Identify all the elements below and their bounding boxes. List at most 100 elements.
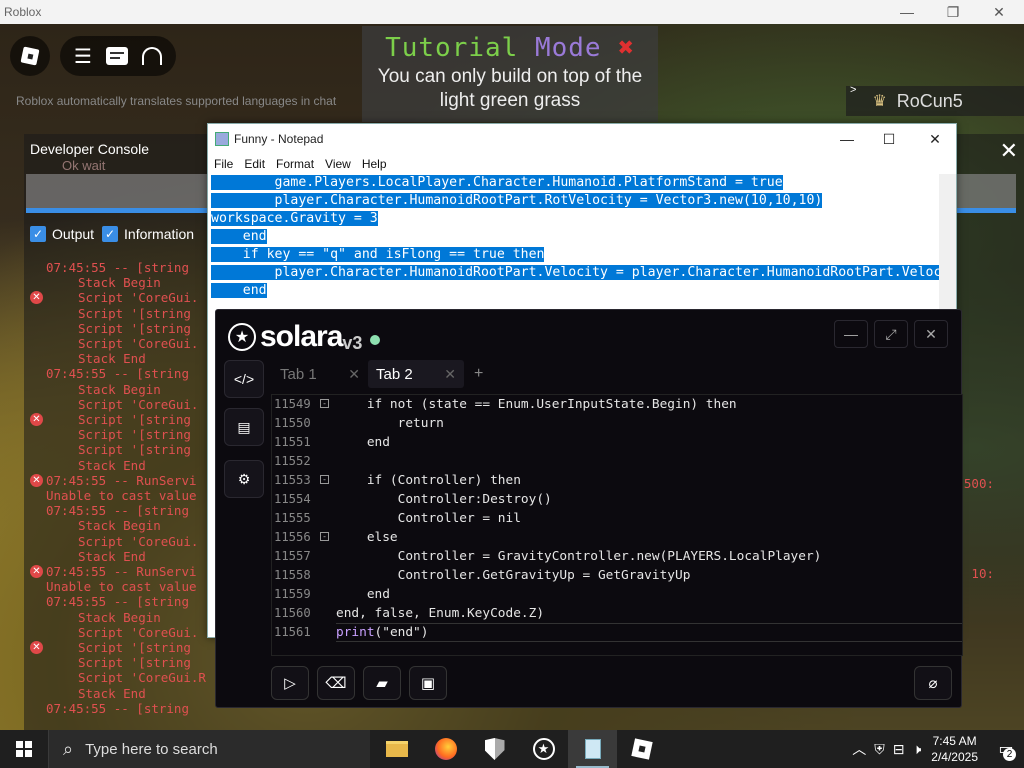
close-icon[interactable]: ✕	[348, 366, 360, 383]
solara-maximize-button[interactable]: ⤢	[874, 320, 908, 348]
line-number-text: 11550	[274, 416, 311, 430]
firefox-icon[interactable]	[421, 730, 470, 768]
line-number-text: 11555	[274, 511, 311, 525]
clear-button[interactable]: ⌫	[317, 666, 355, 700]
notification-center-button[interactable]: ▭ 2	[988, 730, 1024, 768]
solara-close-button[interactable]: ✕	[914, 320, 948, 348]
line-number: 11556-	[272, 528, 334, 547]
solara-icon[interactable]: ★	[519, 730, 568, 768]
notepad-menubar: File Edit Format View Help	[208, 154, 956, 174]
roblox-logo-icon	[20, 46, 40, 66]
line-number-text: 11560	[274, 606, 311, 620]
log-line: Script '[string	[78, 640, 191, 656]
log-line: 07:45:55 -- [string	[46, 700, 189, 716]
menu-help[interactable]: Help	[362, 157, 387, 171]
start-button[interactable]	[0, 730, 48, 768]
line-number: 11549-	[272, 395, 334, 414]
chevron-up-icon[interactable]: ︿	[852, 739, 866, 759]
notepad-maximize-button[interactable]: ☐	[866, 124, 912, 154]
minimize-button[interactable]: —	[884, 0, 930, 24]
error-icon: ✕	[30, 641, 43, 654]
execute-button[interactable]: ▷	[271, 666, 309, 700]
shield-icon[interactable]	[470, 730, 519, 768]
menu-file[interactable]: File	[214, 157, 233, 171]
menu-format[interactable]: Format	[276, 157, 314, 171]
volume-muted-icon[interactable]: 🕨	[912, 741, 921, 758]
folder-icon: ▰	[376, 675, 388, 692]
log-line: Script 'CoreGui.	[78, 396, 199, 412]
notepad-icon	[215, 132, 229, 146]
log-line: Stack End	[78, 351, 146, 367]
solara-window: ★ solara v3 — ⤢ ✕ </> ▤ ⚙ Tab 1 ✕ Tab 2 ✕ …	[215, 309, 963, 708]
filter-output-checkbox[interactable]: ✓ Output	[30, 226, 94, 242]
add-tab-button[interactable]: +	[474, 365, 483, 383]
notepad-titlebar: Funny - Notepad — ☐ ✕	[208, 124, 956, 154]
line-number: 11558	[272, 566, 334, 585]
roblox-menu-button[interactable]	[10, 36, 50, 76]
roblox-titlebar: Roblox — ❐ ✕	[0, 0, 1024, 24]
solara-version: v3	[342, 332, 363, 353]
notepad-text-area[interactable]: game.Players.LocalPlayer.Character.Human…	[211, 174, 939, 310]
log-line: Script 'CoreGui.	[78, 336, 199, 352]
code-editor[interactable]: 11549-11550 11551 11552 11553-11554 11555 115…	[271, 394, 963, 656]
tab-2[interactable]: Tab 2 ✕	[368, 360, 464, 388]
filter-information-checkbox[interactable]: ✓ Information	[102, 226, 194, 242]
network-icon[interactable]: ⊟	[893, 741, 905, 758]
fold-toggle-icon[interactable]: -	[320, 532, 329, 541]
clock[interactable]: 7:45 AM 2/4/2025	[931, 733, 978, 765]
editor-nav-button[interactable]: </>	[224, 360, 264, 398]
windows-taskbar: ⌕ Type here to search ★ ︿ ⛨ ⊟ 🕨 7:45 AM …	[0, 730, 1024, 768]
code-text[interactable]: if not (state == Enum.UserInputState.Beg…	[336, 395, 821, 642]
code-line: Controller.GetGravityUp = GetGravityUp	[336, 568, 691, 583]
notepad-close-button[interactable]: ✕	[912, 124, 958, 154]
save-icon: ▣	[420, 675, 436, 692]
leaderboard-toggle[interactable]: >	[850, 84, 856, 96]
save-file-button[interactable]: ▣	[409, 666, 447, 700]
filter-output-label: Output	[52, 226, 95, 242]
security-icon[interactable]: ⛨	[874, 741, 885, 758]
tab-1[interactable]: Tab 1 ✕	[272, 360, 368, 388]
log-line: Script '[string	[78, 412, 191, 428]
selected-text: player.Character.HumanoidRootPart.RotVel…	[211, 193, 823, 208]
menu-edit[interactable]: Edit	[244, 157, 265, 171]
scripts-nav-button[interactable]: ▤	[224, 408, 264, 446]
settings-nav-button[interactable]: ⚙	[224, 460, 264, 498]
hamburger-icon[interactable]: ☰	[74, 44, 92, 69]
line-number-gutter: 11549-11550 11551 11552 11553-11554 11555 115…	[272, 395, 334, 657]
close-icon[interactable]: ✕	[444, 366, 456, 383]
notepad-line: if key == "q" and isFlong == true then	[211, 246, 939, 264]
code-line: Controller:Destroy()	[336, 492, 552, 507]
paperclip-icon: ⌀	[928, 675, 938, 692]
fold-toggle-icon[interactable]: -	[320, 475, 329, 484]
log-line: 07:45:55 -- RunServi	[46, 564, 197, 580]
notepad-icon[interactable]	[568, 730, 617, 768]
log-line: Stack Begin	[78, 275, 161, 291]
restore-button[interactable]: ❐	[930, 0, 976, 24]
devconsole-title: Developer Console	[30, 141, 150, 157]
line-number-text: 11557	[274, 549, 311, 563]
chat-icon[interactable]	[105, 47, 128, 65]
log-line: Script 'CoreGui.R	[78, 670, 206, 686]
tutorial-close-icon[interactable]: ✖	[618, 33, 635, 63]
player-name: RoCun5	[896, 90, 963, 111]
file-explorer-icon[interactable]	[372, 730, 421, 768]
devconsole-close-icon[interactable]: ✕	[1000, 138, 1018, 164]
code-line: if not (state == Enum.UserInputState.Beg…	[336, 397, 737, 412]
close-button[interactable]: ✕	[976, 0, 1022, 24]
menu-view[interactable]: View	[325, 157, 351, 171]
taskbar-search[interactable]: ⌕ Type here to search	[48, 730, 370, 768]
line-number: 11557	[272, 547, 334, 566]
log-line: Script '[string	[78, 442, 191, 458]
selected-text: game.Players.LocalPlayer.Character.Human…	[211, 175, 783, 190]
attach-button[interactable]: ⌀	[914, 666, 952, 700]
open-file-button[interactable]: ▰	[363, 666, 401, 700]
line-number-text: 11559	[274, 587, 311, 601]
line-number: 11554	[272, 490, 334, 509]
log-line: Stack Begin	[78, 609, 161, 625]
code-line: end	[336, 435, 390, 450]
roblox-icon[interactable]	[617, 730, 666, 768]
headset-icon[interactable]	[141, 47, 162, 65]
fold-toggle-icon[interactable]: -	[320, 399, 329, 408]
solara-minimize-button[interactable]: —	[834, 320, 868, 348]
notepad-minimize-button[interactable]: —	[824, 124, 870, 154]
